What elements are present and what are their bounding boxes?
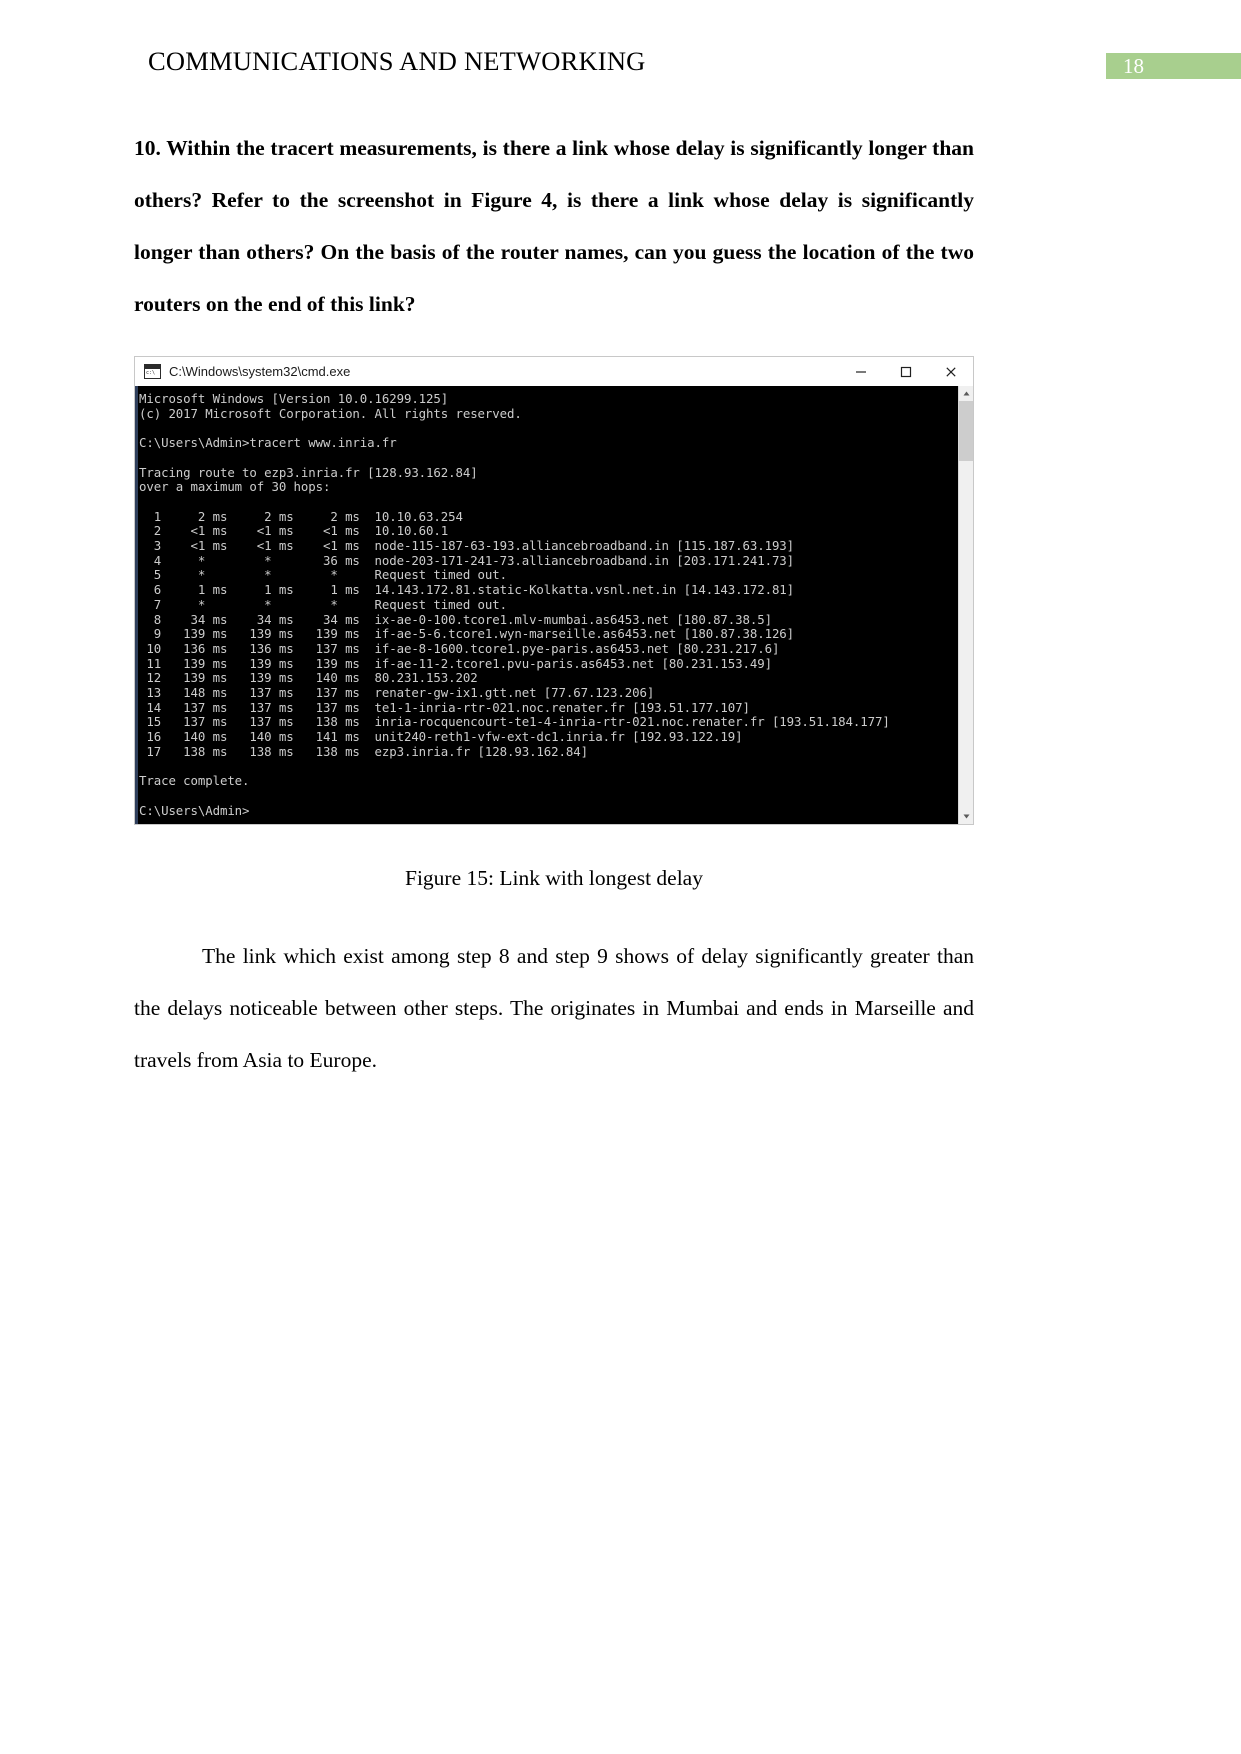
page-title: COMMUNICATIONS AND NETWORKING xyxy=(148,46,646,76)
scrollbar-track[interactable] xyxy=(959,401,973,810)
titlebar-left-group: C:\Windows\system32\cmd.exe xyxy=(135,364,350,379)
answer-paragraph: The link which exist among step 8 and st… xyxy=(134,944,974,1073)
terminal-console-area[interactable]: Microsoft Windows [Version 10.0.16299.12… xyxy=(135,386,973,825)
minimize-icon xyxy=(855,370,866,373)
question-paragraph: 10. Within the tracert measurements, is … xyxy=(134,136,974,316)
maximize-icon xyxy=(900,366,911,377)
terminal-left-edge xyxy=(135,386,138,825)
page-header: COMMUNICATIONS AND NETWORKING 18 xyxy=(0,44,1241,86)
chevron-down-icon xyxy=(963,814,970,819)
scroll-down-button[interactable] xyxy=(959,809,973,825)
terminal-titlebar: C:\Windows\system32\cmd.exe xyxy=(135,357,973,386)
titlebar-title: C:\Windows\system32\cmd.exe xyxy=(169,364,351,379)
minimize-button[interactable] xyxy=(838,357,883,386)
figure-caption: Figure 15: Link with longest delay xyxy=(405,866,703,891)
page-number-badge: 18 xyxy=(1106,53,1241,79)
scrollbar-thumb[interactable] xyxy=(959,401,973,461)
cmd-icon xyxy=(144,364,161,379)
maximize-button[interactable] xyxy=(883,357,928,386)
window-controls xyxy=(838,357,973,386)
chevron-up-icon xyxy=(963,391,970,396)
close-icon xyxy=(945,366,956,377)
scroll-up-button[interactable] xyxy=(959,386,973,401)
document-body: 10. Within the tracert measurements, is … xyxy=(134,122,974,1086)
close-button[interactable] xyxy=(928,357,973,386)
terminal-scrollbar[interactable] xyxy=(958,386,973,825)
console-output: Microsoft Windows [Version 10.0.16299.12… xyxy=(139,391,890,818)
terminal-window-figure: C:\Windows\system32\cmd.exe xyxy=(134,356,974,826)
